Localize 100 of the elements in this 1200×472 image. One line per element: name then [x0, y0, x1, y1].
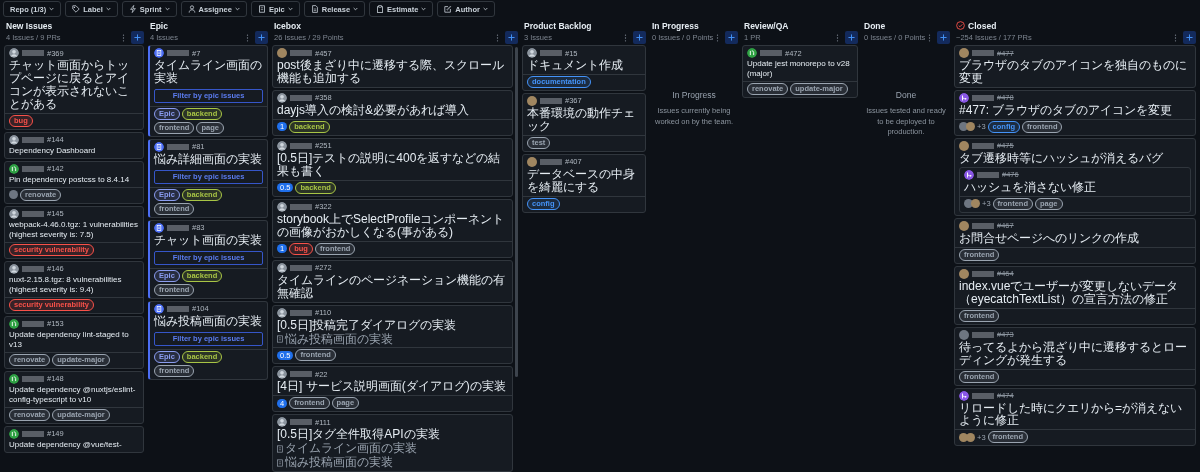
issue-title: dayjs導入の検討&必要があれば導入	[277, 103, 471, 117]
pencil-icon	[444, 5, 453, 13]
column-title: Done	[864, 20, 886, 31]
more-icon[interactable]	[122, 33, 125, 42]
issue-title: 悩み投稿画面の実装	[154, 314, 263, 328]
issue-title: Update jest monorepo to v28 (major)	[747, 59, 851, 79]
issue-title: 悩み詳細画面の実装	[154, 152, 263, 166]
add-button[interactable]	[845, 31, 858, 44]
redaction-bar	[22, 50, 44, 56]
redaction-bar	[167, 50, 189, 56]
lightning-icon	[128, 5, 137, 13]
user-avatar-icon	[9, 208, 19, 219]
redaction-bar	[540, 158, 562, 165]
issue-title: データベースの中身を綺麗にする	[527, 167, 636, 194]
issue-title: post後まざり中に遷移する際、スクロール機能も追加する	[277, 59, 505, 85]
redaction-bar	[972, 142, 994, 149]
caret-icon	[353, 7, 359, 11]
redaction-bar	[22, 375, 44, 382]
person-icon	[187, 5, 196, 13]
pull-request-icon	[9, 163, 19, 174]
merge-icon	[959, 92, 969, 103]
pull-request-icon	[9, 318, 19, 329]
epic-icon	[154, 48, 164, 58]
caret-icon	[49, 7, 55, 11]
epic-link[interactable]: タイムライン画面の実装	[285, 442, 417, 456]
file-icon	[310, 5, 319, 13]
issue-title: [0.5日]タグ全件取得APIの実装	[277, 428, 441, 442]
clipboard-icon	[376, 5, 385, 13]
more-icon[interactable]	[624, 33, 627, 42]
user-avatar-icon	[9, 134, 19, 145]
epic-link[interactable]: 悩み投稿画面の実装	[285, 332, 393, 346]
redaction-bar	[290, 142, 312, 149]
more-icon[interactable]	[496, 33, 499, 42]
column-title: Product Backlog	[524, 20, 592, 31]
add-button[interactable]	[505, 31, 518, 44]
redaction-bar	[977, 171, 999, 178]
pull-request-icon	[9, 428, 19, 439]
add-button[interactable]	[937, 31, 950, 44]
redaction-bar	[22, 165, 44, 172]
plus-icon	[728, 34, 735, 41]
more-icon[interactable]	[1174, 33, 1177, 42]
user-avatar-icon	[277, 369, 287, 380]
plus-icon	[1186, 34, 1193, 41]
merge-icon	[964, 169, 974, 180]
issue-title: webpack-4.46.0.tgz: 1 vulnerabilities (highest severity is: 7.5)	[9, 219, 139, 240]
issue-title: ブラウザのタブのアイコンを独自のものに変更	[959, 59, 1188, 85]
redaction-bar	[972, 331, 994, 338]
redaction-bar	[972, 94, 994, 101]
avatar-placeholder	[959, 140, 969, 151]
issue-title: storybook上でSelectProfileコンポーネントの画像がおかしくなる(事がある)	[277, 212, 506, 239]
add-button[interactable]	[131, 31, 144, 44]
avatar-placeholder	[277, 48, 287, 58]
epic-icon	[154, 141, 164, 152]
more-icon[interactable]	[928, 33, 931, 42]
scrollbar[interactable]	[515, 47, 518, 377]
issue-title: ドキュメント作成	[527, 59, 624, 72]
merge-icon	[959, 390, 969, 401]
issue-title: お問合せページへのリンクの作成	[959, 231, 1140, 245]
issue-title: index.vueでユーザーが変更しないデータ（eyecatchTextList）の宣言方法の修正	[959, 279, 1180, 306]
epic-icon	[257, 5, 266, 13]
more-icon[interactable]	[716, 33, 719, 42]
epic-icon	[277, 444, 283, 453]
redaction-bar	[290, 264, 312, 271]
add-button[interactable]	[255, 31, 268, 44]
issue-title: タイムライン画面の実装	[154, 59, 263, 85]
column-title: In Progress	[652, 20, 699, 31]
issue-title: [0.5日]投稿完了ダイアログの実装	[277, 318, 458, 332]
redaction-bar	[22, 210, 44, 217]
user-avatar-icon	[277, 417, 287, 428]
column-title: New Issues	[6, 20, 53, 31]
epic-link[interactable]: 悩み投稿画面の実装	[285, 456, 393, 470]
redaction-bar	[972, 222, 994, 229]
empty-state-title: Done	[894, 90, 918, 100]
add-button[interactable]	[1183, 31, 1196, 44]
epic-icon	[277, 335, 283, 343]
redaction-bar	[290, 419, 312, 426]
more-icon[interactable]	[246, 33, 249, 42]
issue-title: タイムラインのページネーション機能の有無確認	[277, 273, 506, 300]
user-avatar-icon	[277, 140, 287, 151]
plus-icon	[258, 34, 265, 41]
column-title: Icebox	[274, 20, 301, 31]
redaction-bar	[290, 371, 312, 378]
pull-request-icon	[747, 48, 757, 58]
add-button[interactable]	[633, 31, 646, 44]
redaction-bar	[540, 50, 562, 56]
redaction-bar	[22, 136, 44, 143]
add-button[interactable]	[725, 31, 738, 44]
redaction-bar	[22, 265, 44, 272]
issue-title: Update dependency @vue/test-	[9, 439, 123, 450]
user-avatar-icon	[277, 201, 287, 212]
epic-icon	[277, 458, 283, 467]
issue-title: チャット画面の実装	[154, 233, 263, 247]
redaction-bar	[760, 50, 782, 56]
user-avatar-icon	[277, 262, 287, 273]
caret-icon	[164, 7, 170, 11]
column-title: Review/QA	[744, 20, 789, 31]
redaction-bar	[972, 270, 994, 277]
tag-icon	[72, 5, 81, 13]
more-icon[interactable]	[836, 33, 839, 42]
issue-title: チャット画面からトップページに戻るとアイコンが表示されないことがある	[9, 59, 130, 111]
